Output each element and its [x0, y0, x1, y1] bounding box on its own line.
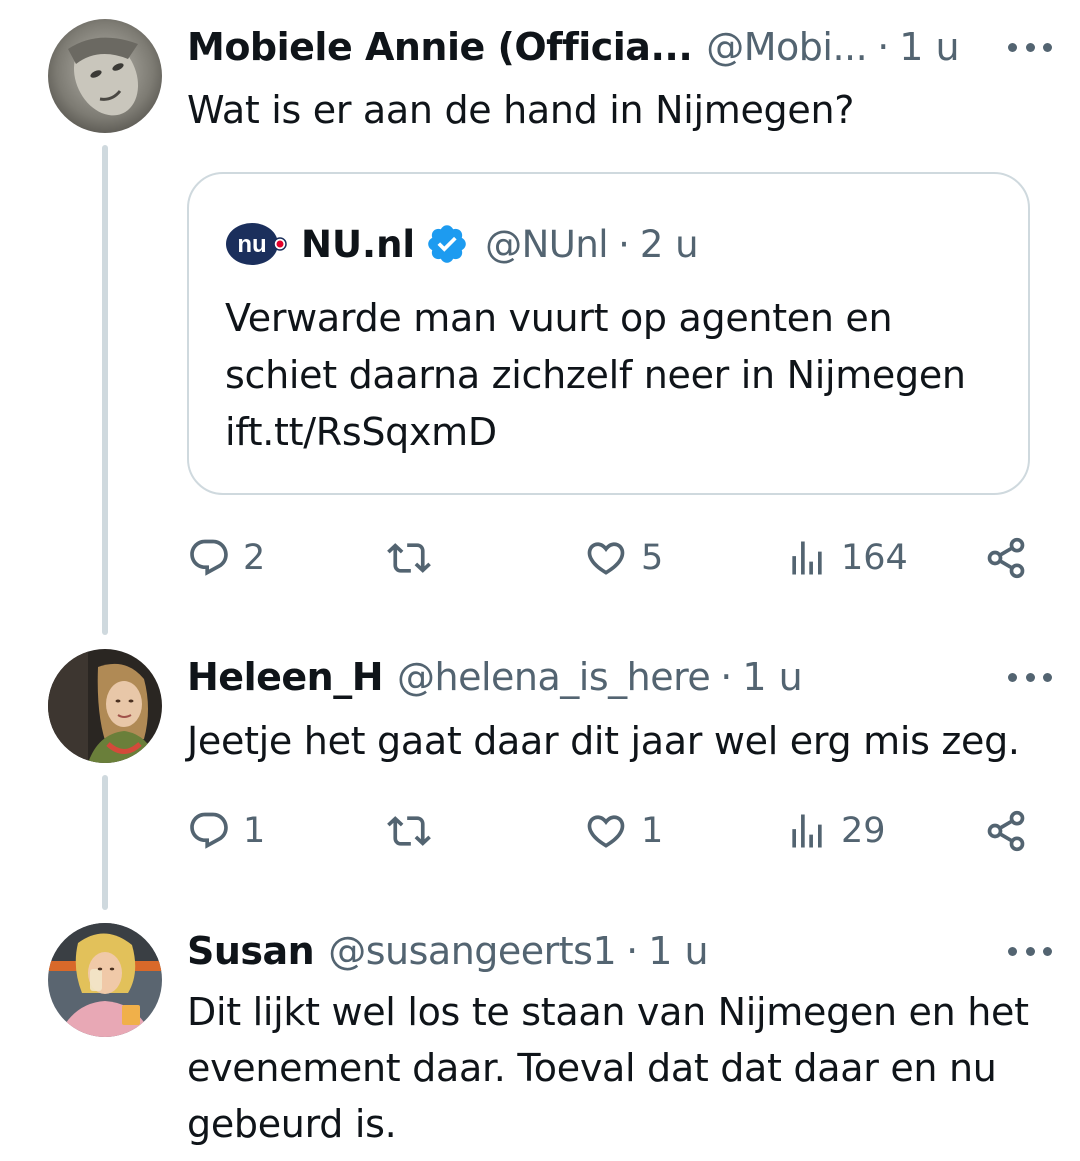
timestamp[interactable]: 1 u — [742, 655, 802, 699]
share-icon — [987, 810, 1025, 852]
share-button[interactable] — [984, 806, 1028, 856]
separator-dot: · — [720, 655, 733, 699]
tweet-header: Mobiele Annie (Officia... @Mobi... · 1 u — [187, 19, 1052, 75]
separator-dot: · — [618, 222, 630, 266]
share-button[interactable] — [984, 533, 1028, 583]
display-name[interactable]: Susan — [187, 929, 315, 973]
retweet-icon — [387, 543, 431, 573]
views-button[interactable]: 29 — [785, 806, 886, 856]
views-count: 164 — [841, 538, 908, 578]
retweet-button[interactable] — [385, 806, 445, 856]
more-icon[interactable] — [1008, 671, 1052, 683]
quoted-user-handle[interactable]: @NUnl — [485, 223, 609, 266]
heart-icon — [587, 815, 625, 848]
tweet-header: Heleen_H @helena_is_here · 1 u — [187, 649, 1052, 705]
tweet-text: Wat is er aan de hand in Nijmegen? — [187, 88, 855, 132]
avatar-image — [48, 19, 162, 133]
more-icon[interactable] — [1008, 945, 1052, 957]
display-name[interactable]: Heleen_H — [187, 655, 384, 699]
tweet[interactable]: Heleen_H @helena_is_here · 1 u Jeetje he… — [0, 640, 1080, 920]
tweet-text: Dit lijkt wel los te staan van Nijmegen … — [187, 990, 1029, 1146]
tweet-header: Susan @susangeerts1 · 1 u — [187, 923, 1052, 979]
tweet-text: Jeetje het gaat daar dit jaar wel erg mi… — [187, 719, 1020, 763]
like-button[interactable]: 1 — [583, 806, 663, 856]
action-bar: 2 5 164 — [187, 533, 1032, 583]
user-handle[interactable]: @Mobi... — [706, 25, 867, 69]
avatar-image — [48, 923, 162, 1037]
nu-logo-avatar[interactable]: nu — [225, 222, 287, 266]
avatar[interactable] — [48, 19, 162, 133]
like-count: 1 — [641, 811, 664, 851]
reply-icon — [190, 812, 228, 849]
timestamp[interactable]: 1 u — [899, 25, 959, 69]
retweet-button[interactable] — [385, 533, 445, 583]
action-bar: 1 1 29 — [187, 806, 1032, 856]
share-icon — [987, 537, 1025, 579]
tweet[interactable]: Susan @susangeerts1 · 1 u Dit lijkt wel … — [0, 920, 1080, 1161]
like-button[interactable]: 5 — [583, 533, 663, 583]
reply-count: 1 — [243, 811, 266, 851]
heart-icon — [587, 542, 625, 575]
retweet-icon — [387, 816, 431, 846]
separator-dot: · — [626, 929, 639, 973]
quoted-display-name[interactable]: NU.nl — [301, 223, 415, 266]
quoted-tweet-header: nu NU.nl @NUnl · 2 u — [225, 220, 699, 268]
verified-badge-icon — [425, 222, 469, 266]
avatar-image — [48, 649, 162, 763]
tweet[interactable]: Mobiele Annie (Officia... @Mobi... · 1 u… — [0, 0, 1080, 640]
views-icon — [792, 814, 822, 848]
reply-icon — [190, 539, 228, 576]
nu-logo-text: nu — [237, 231, 266, 258]
more-icon[interactable] — [1008, 41, 1052, 53]
quoted-tweet-text: Verwarde man vuurt op agenten en schiet … — [225, 296, 966, 454]
views-count: 29 — [841, 811, 886, 851]
separator-dot: · — [877, 25, 890, 69]
display-name[interactable]: Mobiele Annie (Officia... — [187, 25, 693, 69]
user-handle[interactable]: @susangeerts1 — [328, 929, 616, 973]
reply-count: 2 — [243, 538, 266, 578]
user-handle[interactable]: @helena_is_here — [397, 655, 711, 699]
quoted-tweet[interactable]: nu NU.nl @NUnl · 2 u Verwarde man vuurt … — [187, 172, 1030, 495]
views-icon — [792, 541, 822, 575]
views-button[interactable]: 164 — [785, 533, 908, 583]
timestamp[interactable]: 1 u — [648, 929, 708, 973]
quoted-timestamp[interactable]: 2 u — [640, 223, 699, 266]
avatar[interactable] — [48, 923, 162, 1037]
avatar[interactable] — [48, 649, 162, 763]
reply-button[interactable]: 1 — [187, 806, 265, 856]
reply-button[interactable]: 2 — [187, 533, 265, 583]
like-count: 5 — [641, 538, 664, 578]
